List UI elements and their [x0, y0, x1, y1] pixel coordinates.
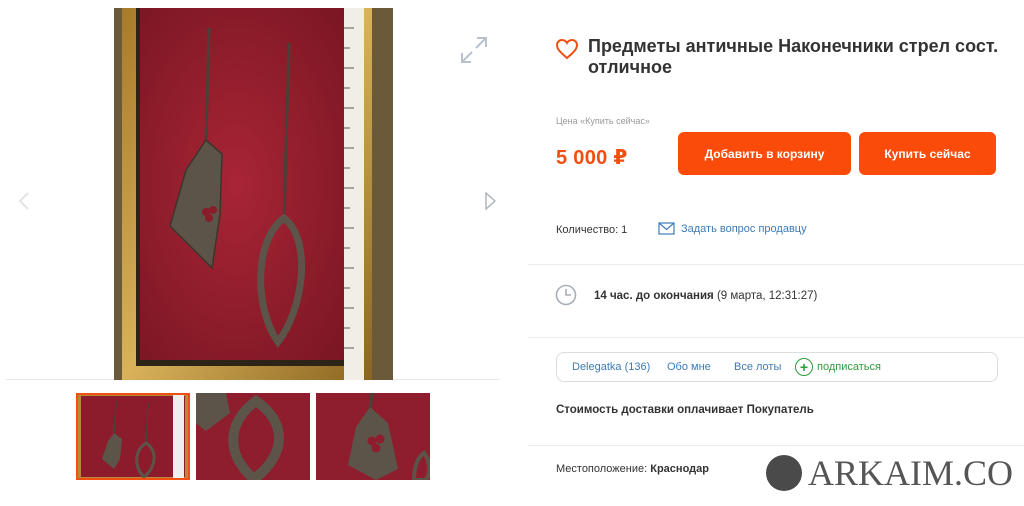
- thumbnail-3-image: [316, 393, 430, 480]
- main-photo[interactable]: [114, 8, 393, 380]
- expand-icon[interactable]: [458, 34, 490, 66]
- chevron-right-icon[interactable]: [480, 186, 500, 216]
- clock-icon: [555, 284, 577, 306]
- plus-circle-icon: +: [795, 358, 813, 376]
- auction-end-time: 14 час. до окончания (9 марта, 12:31:27): [594, 290, 817, 302]
- delivery-info: Стоимость доставки оплачивает Покупатель: [556, 404, 814, 416]
- image-gallery: [0, 0, 505, 506]
- location-info: Местоположение: Краснодар: [556, 463, 709, 475]
- watermark-dot: [766, 455, 802, 491]
- seller-all-lots-link[interactable]: Все лоты: [734, 361, 781, 373]
- ask-seller-label: Задать вопрос продавцу: [681, 222, 807, 235]
- quantity-label: Количество: 1: [556, 224, 628, 236]
- seller-name-link[interactable]: Delegatka (136): [572, 361, 650, 373]
- thumbnail-2[interactable]: [196, 393, 310, 480]
- heart-icon[interactable]: [555, 38, 579, 60]
- watermark: ARKAIM.CO: [766, 451, 1016, 495]
- add-to-cart-button[interactable]: Добавить в корзину: [678, 132, 851, 175]
- arrowheads-photo: [114, 8, 393, 380]
- seller-about-link[interactable]: Обо мне: [667, 361, 711, 373]
- lot-info-panel: Предметы античные Наконечники стрел сост…: [528, 0, 1024, 506]
- thumbnail-1[interactable]: [76, 393, 190, 480]
- seller-bar: Delegatka (136) Обо мне Все лоты + подпи…: [556, 352, 998, 382]
- divider: [528, 445, 1024, 446]
- watermark-text: ARKAIM.CO: [808, 453, 1014, 493]
- buy-now-button[interactable]: Купить сейчас: [859, 132, 996, 175]
- subscribe-label: подписаться: [817, 361, 881, 373]
- divider: [528, 264, 1024, 265]
- lot-title: Предметы античные Наконечники стрел сост…: [588, 36, 999, 77]
- subscribe-button[interactable]: + подписаться: [795, 358, 881, 376]
- end-date: (9 марта, 12:31:27): [716, 290, 818, 302]
- thumbnail-2-image: [196, 393, 310, 480]
- thumbnail-strip: [76, 393, 436, 481]
- ask-seller-link[interactable]: Задать вопрос продавцу: [658, 222, 807, 235]
- time-left: 14 час. до окончания: [594, 290, 714, 302]
- chevron-left-icon[interactable]: [14, 186, 34, 216]
- thumbnail-3[interactable]: [316, 393, 430, 480]
- envelope-icon: [658, 222, 675, 235]
- location-value: Краснодар: [650, 463, 709, 475]
- location-label: Местоположение:: [556, 463, 648, 475]
- main-image-area: [6, 8, 500, 380]
- thumbnail-1-image: [76, 393, 190, 480]
- price-caption: Цена «Купить сейчас»: [556, 116, 650, 126]
- divider: [528, 337, 1024, 338]
- price-value: 5 000 ₽: [556, 147, 628, 169]
